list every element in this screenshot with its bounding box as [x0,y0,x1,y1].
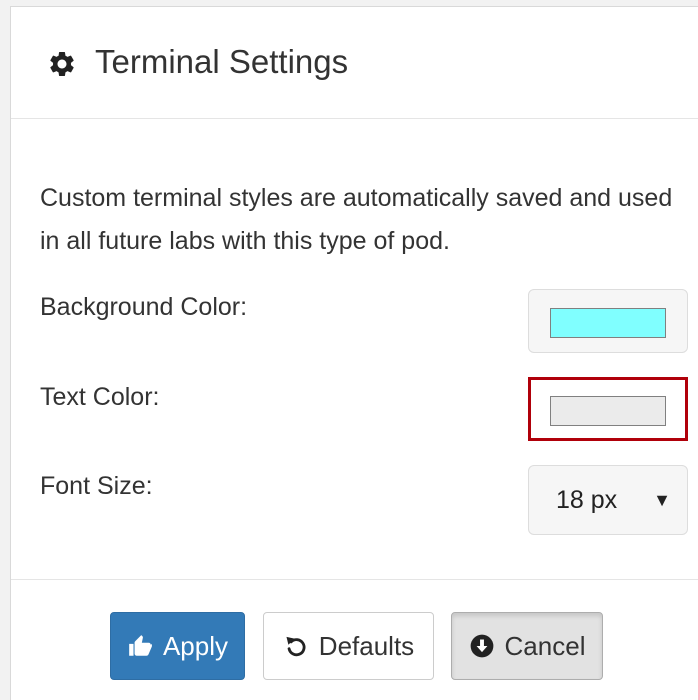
undo-icon [283,633,309,659]
font-size-selected-value: 18 px [556,486,618,514]
cancel-label: Cancel [504,631,586,661]
dialog-body: Custom terminal styles are automatically… [11,119,698,581]
dialog-footer: Apply Defaults Cancel [11,579,698,700]
cancel-button[interactable]: Cancel [451,612,603,680]
caret-down-icon: ▼ [653,490,671,510]
terminal-settings-dialog: Terminal Settings Custom terminal styles… [10,6,698,700]
apply-label: Apply [162,631,229,661]
text-color-swatch [550,396,666,426]
text-color-picker[interactable] [528,377,688,441]
gear-icon [47,49,77,79]
font-size-select[interactable]: 18 px ▼ [528,465,688,535]
text-color-label: Text Color: [40,383,160,411]
defaults-button[interactable]: Defaults [263,612,434,680]
background-color-swatch [550,308,666,338]
circle-arrow-down-icon [469,633,495,659]
font-size-label: Font Size: [40,472,153,500]
apply-button[interactable]: Apply [110,612,245,680]
background-color-picker[interactable] [528,289,688,353]
thumbs-up-icon [127,633,153,659]
dialog-title: Terminal Settings [95,43,349,80]
background-color-label: Background Color: [40,293,248,321]
page: Terminal Settings Custom terminal styles… [0,0,698,700]
defaults-label: Defaults [318,631,415,661]
settings-description: Custom terminal styles are automatically… [40,184,673,255]
dialog-header: Terminal Settings [11,7,698,119]
